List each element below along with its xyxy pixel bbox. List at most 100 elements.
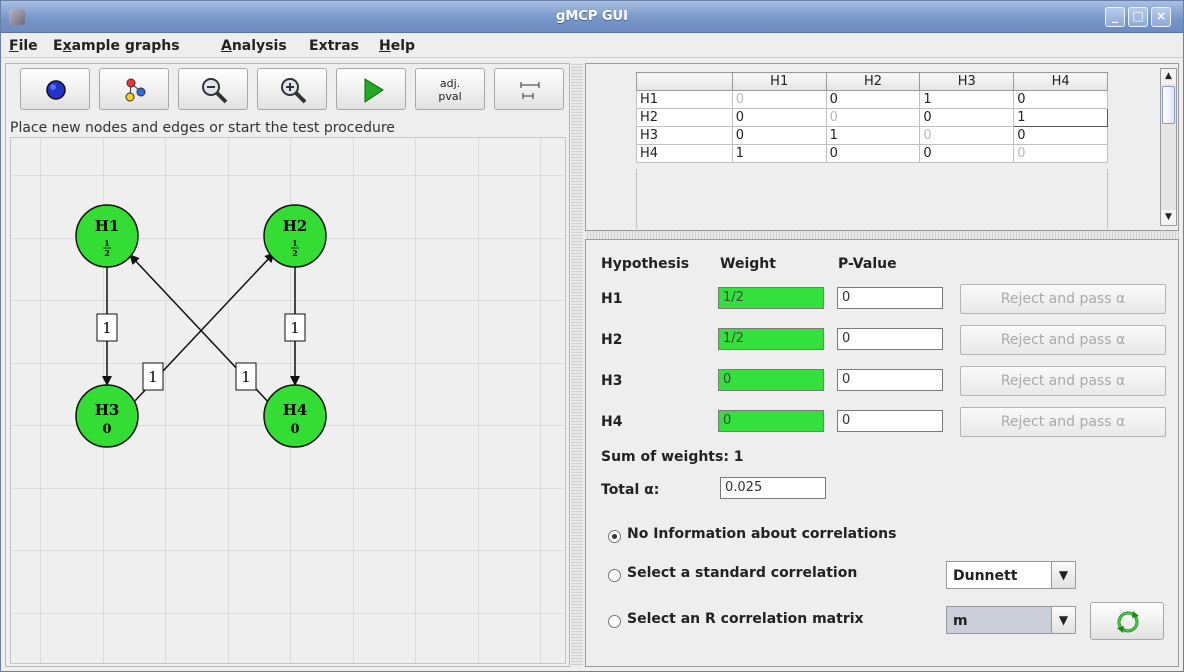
matrix-cell[interactable]: 0 xyxy=(919,108,1015,127)
transition-matrix-panel: H1 H2 H3 H4 H1 0 0 1 0 H2 0 0 0 1 H3 0 1… xyxy=(585,63,1179,231)
node-h4[interactable]: H4 0 xyxy=(263,384,327,448)
matrix-header: H1 H2 H3 H4 xyxy=(636,72,1108,91)
matrix-cell[interactable]: 1 xyxy=(825,126,921,145)
hypothesis-label: H1 xyxy=(601,291,623,307)
col-header-h4: H4 xyxy=(1013,72,1108,91)
matrix-cell[interactable]: 1 xyxy=(731,144,827,163)
refresh-button[interactable] xyxy=(1090,602,1164,640)
svg-text:1: 1 xyxy=(104,238,110,248)
matrix-cell[interactable]: 0 xyxy=(1013,126,1108,145)
weight-field[interactable]: 0 xyxy=(718,410,824,432)
radio-standard-correlation[interactable] xyxy=(608,569,621,582)
title-bar[interactable]: gMCP GUI _ □ × xyxy=(1,1,1183,33)
menu-help[interactable]: Help xyxy=(379,38,415,54)
chevron-down-icon[interactable]: ▼ xyxy=(1051,607,1075,633)
total-alpha-label: Total α: xyxy=(601,482,660,498)
zoom-out-button[interactable] xyxy=(178,68,248,110)
col-header-h2: H2 xyxy=(825,72,921,91)
radio-label: Select a standard correlation xyxy=(627,565,858,581)
svg-text:1: 1 xyxy=(292,238,298,248)
layout-icon xyxy=(520,82,540,99)
hypothesis-header: Hypothesis xyxy=(601,256,690,272)
node-h1[interactable]: H1 1 2 xyxy=(75,204,139,268)
app-window: gMCP GUI _ □ × File Example graphs Analy… xyxy=(0,0,1184,672)
svg-text:1: 1 xyxy=(241,368,251,386)
transition-matrix: H1 H2 H3 H4 H1 0 0 1 0 H2 0 0 0 1 H3 0 1… xyxy=(636,72,1108,163)
menu-bar: File Example graphs Analysis Extras Help xyxy=(1,34,1183,58)
new-edge-icon xyxy=(125,78,146,102)
matrix-cell[interactable]: 0 xyxy=(825,90,921,109)
start-test-button[interactable] xyxy=(336,68,406,110)
scroll-down-icon[interactable]: ▼ xyxy=(1161,210,1176,225)
horizontal-splitter[interactable] xyxy=(585,231,1179,239)
radio-label: No Information about correlations xyxy=(627,526,897,542)
status-text: Place new nodes and edges or start the t… xyxy=(10,120,395,136)
weight-field[interactable]: 0 xyxy=(718,369,824,391)
matrix-scrollbar[interactable]: ▲ ▼ xyxy=(1160,68,1177,226)
new-edge-button[interactable] xyxy=(99,68,169,110)
edge-label-h3-h2[interactable]: 1 xyxy=(142,362,164,391)
pvalue-field[interactable]: 0 xyxy=(837,328,943,350)
menu-analysis[interactable]: Analysis xyxy=(221,38,287,54)
adj-pval-button[interactable]: adj. pval xyxy=(415,68,485,110)
pvalue-field[interactable]: 0 xyxy=(837,369,943,391)
matrix-cell: 0 xyxy=(1013,144,1108,163)
weight-header: Weight xyxy=(720,256,776,272)
close-button[interactable]: × xyxy=(1151,7,1171,27)
matrix-cell[interactable]: 0 xyxy=(919,144,1015,163)
menu-extras[interactable]: Extras xyxy=(309,38,359,54)
pvalue-field[interactable]: 0 xyxy=(837,410,943,432)
svg-text:H2: H2 xyxy=(283,217,308,235)
edge-label-h1-h3[interactable]: 1 xyxy=(96,313,118,342)
pvalue-header: P-Value xyxy=(838,256,897,272)
scroll-up-icon[interactable]: ▲ xyxy=(1161,69,1176,84)
new-node-button[interactable] xyxy=(20,68,90,110)
weight-field[interactable]: 1/2 xyxy=(718,328,824,350)
window-title: gMCP GUI xyxy=(556,9,628,24)
reject-button[interactable]: Reject and pass α xyxy=(960,325,1166,355)
zoom-out-icon xyxy=(202,78,228,104)
reject-button[interactable]: Reject and pass α xyxy=(960,407,1166,437)
reject-button[interactable]: Reject and pass α xyxy=(960,284,1166,314)
matrix-cell[interactable]: 0 xyxy=(731,126,827,145)
edge-label-h2-h4[interactable]: 1 xyxy=(284,313,306,342)
hypotheses-panel: Hypothesis Weight P-Value H1 1/2 0 Rejec… xyxy=(585,239,1179,667)
weight-field[interactable]: 1/2 xyxy=(718,287,824,309)
edge-label-h4-h1[interactable]: 1 xyxy=(235,362,257,391)
r-matrix-select[interactable]: m ▼ xyxy=(946,606,1076,634)
layout-button[interactable] xyxy=(494,68,564,110)
zoom-in-icon xyxy=(281,78,307,104)
radio-no-correlation[interactable] xyxy=(608,530,621,543)
matrix-cell[interactable]: 1 xyxy=(919,90,1015,109)
matrix-cell: 0 xyxy=(919,126,1015,145)
matrix-cell-selected[interactable]: 1 xyxy=(1013,108,1108,127)
chevron-down-icon[interactable]: ▼ xyxy=(1051,562,1075,588)
matrix-row-h3: H3 0 1 0 0 xyxy=(636,126,1108,145)
col-header-h1: H1 xyxy=(731,72,827,91)
node-h2[interactable]: H2 1 2 xyxy=(263,204,327,268)
matrix-cell[interactable]: 0 xyxy=(825,144,921,163)
menu-example-graphs[interactable]: Example graphs xyxy=(53,38,180,54)
graph-canvas[interactable]: 1 1 1 1 H1 1 2 H2 1 2 H3 0 H4 0 xyxy=(10,137,566,664)
hypothesis-label: H2 xyxy=(601,332,623,348)
refresh-icon xyxy=(1117,611,1139,633)
pvalue-field[interactable]: 0 xyxy=(837,287,943,309)
matrix-cell[interactable]: 0 xyxy=(1013,90,1108,109)
scroll-thumb[interactable] xyxy=(1162,86,1175,124)
minimize-button[interactable]: _ xyxy=(1105,7,1125,27)
svg-text:2: 2 xyxy=(104,248,110,258)
node-h3[interactable]: H3 0 xyxy=(75,384,139,448)
reject-button[interactable]: Reject and pass α xyxy=(960,366,1166,396)
matrix-cell[interactable]: 0 xyxy=(731,108,827,127)
maximize-button[interactable]: □ xyxy=(1128,7,1148,27)
menu-file[interactable]: File xyxy=(9,38,38,54)
total-alpha-field[interactable]: 0.025 xyxy=(720,477,826,499)
svg-text:H4: H4 xyxy=(283,401,308,419)
svg-text:H1: H1 xyxy=(95,217,120,235)
vertical-splitter[interactable] xyxy=(571,63,583,667)
standard-correlation-select[interactable]: Dunnett ▼ xyxy=(946,561,1076,589)
zoom-in-button[interactable] xyxy=(257,68,327,110)
matrix-cell: 0 xyxy=(825,108,921,127)
radio-r-correlation-matrix[interactable] xyxy=(608,615,621,628)
svg-text:1: 1 xyxy=(290,319,300,337)
